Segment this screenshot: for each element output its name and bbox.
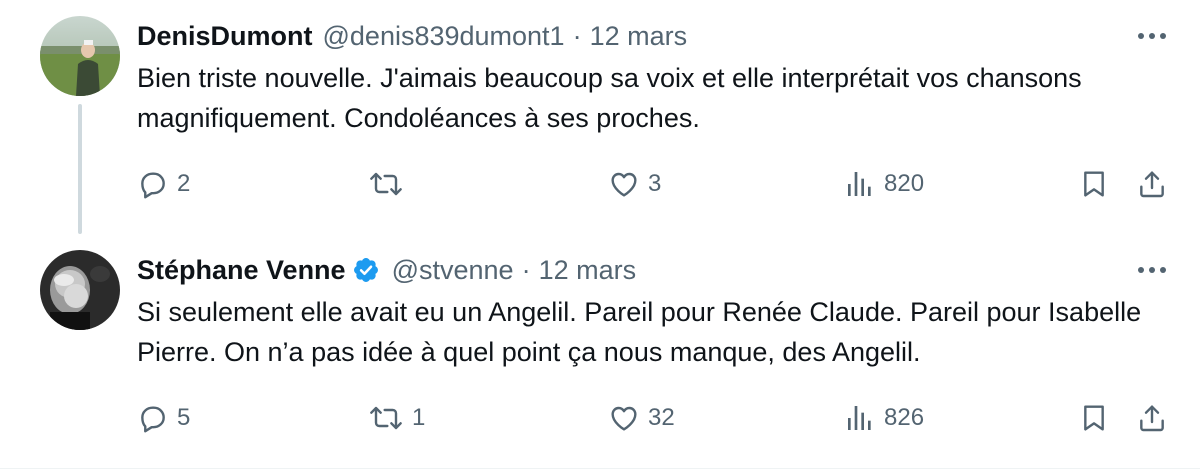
share-button[interactable] [1136, 398, 1168, 438]
like-button[interactable]: 3 [608, 164, 661, 204]
views-button[interactable]: 826 [844, 398, 924, 438]
tweet-date[interactable]: 12 mars [539, 255, 637, 286]
retweet-button[interactable] [368, 164, 412, 204]
views-icon [844, 168, 876, 200]
more-icon [1137, 266, 1167, 274]
tweet-actions: 5 1 32 826 [0, 398, 1200, 438]
avatar[interactable] [40, 250, 120, 330]
share-icon [1136, 402, 1168, 434]
reply-icon [137, 402, 169, 434]
retweet-button[interactable]: 1 [368, 398, 425, 438]
bookmark-button[interactable] [1078, 398, 1110, 438]
tweet-text: Bien triste nouvelle. J'aimais beaucoup … [137, 63, 1082, 133]
tweet-header: Stéphane Venne @stvenne · 12 mars [137, 252, 636, 288]
display-name[interactable]: Stéphane Venne [137, 255, 346, 286]
avatar[interactable] [40, 16, 120, 96]
bookmark-icon [1078, 168, 1110, 200]
reply-count: 5 [177, 404, 191, 431]
like-button[interactable]: 32 [608, 398, 675, 438]
views-count: 826 [884, 404, 925, 431]
like-count: 3 [648, 170, 662, 197]
tweet-text: Si seulement elle avait eu un Angelil. P… [137, 297, 1142, 367]
reply-count: 2 [177, 170, 191, 197]
views-button[interactable]: 820 [844, 164, 924, 204]
tweet[interactable]: Stéphane Venne @stvenne · 12 mars Si seu… [0, 234, 1200, 469]
separator-dot: · [521, 254, 531, 285]
bookmark-icon [1078, 402, 1110, 434]
retweet-count: 1 [412, 404, 426, 431]
share-button[interactable] [1136, 164, 1168, 204]
reply-icon [137, 168, 169, 200]
share-icon [1136, 168, 1168, 200]
user-handle[interactable]: @denis839dumont1 [323, 21, 565, 52]
reply-button[interactable]: 2 [137, 164, 190, 204]
tweet-header: DenisDumont @denis839dumont1 · 12 mars [137, 18, 687, 54]
more-icon [1137, 32, 1167, 40]
tweet-date[interactable]: 12 mars [590, 21, 688, 52]
tweet-actions: 2 3 820 [0, 164, 1200, 204]
retweet-icon [368, 402, 404, 434]
more-options-button[interactable] [1134, 22, 1170, 50]
like-count: 32 [648, 404, 675, 431]
tweet[interactable]: DenisDumont @denis839dumont1 · 12 mars B… [0, 0, 1200, 234]
views-icon [844, 402, 876, 434]
bookmark-button[interactable] [1078, 164, 1110, 204]
reply-button[interactable]: 5 [137, 398, 190, 438]
display-name[interactable]: DenisDumont [137, 21, 313, 52]
user-handle[interactable]: @stvenne [392, 255, 514, 286]
views-count: 820 [884, 170, 925, 197]
more-options-button[interactable] [1134, 256, 1170, 284]
separator-dot: · [572, 20, 582, 51]
verified-badge-icon [352, 256, 380, 284]
heart-icon [608, 168, 640, 200]
retweet-icon [368, 168, 404, 200]
heart-icon [608, 402, 640, 434]
